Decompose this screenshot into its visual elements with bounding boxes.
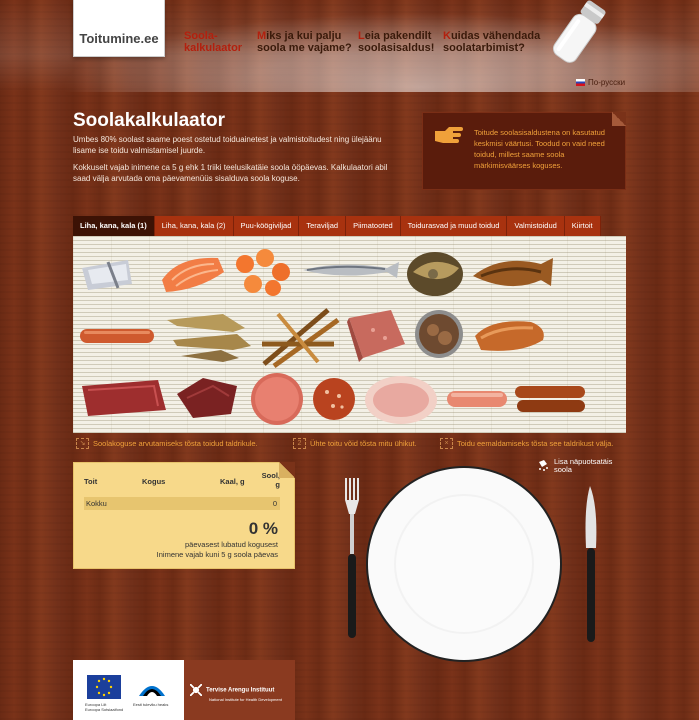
food-selection-mat [73,236,626,433]
food-grilled-sausages[interactable] [513,382,587,416]
intro-paragraph: Umbes 80% soolast saame poest ostetud to… [73,135,382,155]
total-row: Kokku 0 [84,497,280,510]
hint-text: Ühte toitu võid tõsta mitu ühikut. [310,439,417,448]
header-salt-line: Sool, [261,471,280,480]
info-box: Toitude soolasisaldustena on kasutatud k… [422,112,626,190]
food-dried-meat[interactable] [173,374,241,422]
site-logo[interactable]: Toitumine.ee [73,0,165,57]
nav-line: soola me vajame? [257,42,352,54]
count-2-icon: 2 [293,438,306,449]
knife-icon [585,486,597,642]
tab-ready-meals[interactable]: Valmistoidud [507,216,565,236]
food-canned-fish[interactable] [413,308,465,360]
fork-icon [345,478,359,638]
language-link-russian[interactable]: По-русски [576,78,625,87]
language-link-text: По-русски [588,78,626,87]
eu-flag-icon [87,675,121,699]
food-smoked-fish-slice[interactable] [403,248,465,298]
hint-count: 2 Ühte toitu võid tõsta mitu ühikut. [293,438,417,449]
eu-line: Euroopa Sotsiaalfond [85,707,124,712]
pointing-hand-icon [435,127,463,143]
percent-note: päevasest lubatud kogusest Inimene vajab… [74,540,278,560]
nav-line: kalkulaator [184,42,243,54]
intro-paragraph: Kokkuselt vajab inimene ca 5 g ehk 1 tri… [73,163,388,183]
institute-subtitle: National Institute for Health Developmen… [209,697,282,702]
eu-logos-panel: Euroopa Liit Euroopa Sotsiaalfond Eesti … [73,660,184,720]
logo-text: Toitumine.ee [79,31,159,46]
institute-logo-panel[interactable]: Tervise Arengu Instituut National Instit… [184,660,295,720]
tab-cereals[interactable]: Teraviljad [299,216,347,236]
nav-initial: L [358,30,365,42]
daily-need-note: Inimene vajab kuni 5 g soola päevas [156,550,278,559]
nav-line: uidas vähendada [450,30,541,42]
info-text: Toitude soolasisaldustena on kasutatud k… [474,128,605,170]
total-value: 0 [272,499,277,508]
header-salt-line: g [275,480,280,489]
footer-logos: Euroopa Liit Euroopa Sotsiaalfond Eesti … [73,660,295,720]
hint-remove: × Toidu eemaldamiseks tõsta see taldriku… [440,438,613,449]
tab-fruit-vegetables[interactable]: Puu-köögiviljad [233,216,300,236]
hint-drag: ↘ Soolakoguse arvutamiseks tõsta toidud … [76,438,258,449]
food-beef[interactable] [78,376,168,420]
percent-label: päevasest lubatud kogusest [185,540,278,549]
nav-label-salt[interactable]: Leia pakendilt soolasisaldus! [358,30,434,54]
estonian-flag-icon [139,686,165,696]
tab-fats-other[interactable]: Toidurasvad ja muud toidud [400,216,508,236]
eu-text: Euroopa Liit Euroopa Sotsiaalfond [85,702,123,712]
daily-percent: 0 % [248,519,278,538]
food-herring-fillet[interactable] [78,254,136,294]
food-dried-fish-bunch[interactable] [258,304,342,370]
food-shrimps[interactable] [231,246,297,298]
category-tabs: Liha, kana, kala (1) Liha, kana, kala (2… [73,216,601,236]
tab-meat-fish-1[interactable]: Liha, kana, kala (1) [73,216,155,236]
nav-line: soolatarbimist? [443,42,525,54]
nav-line: oola- [191,30,218,42]
ee-text: Eesti tuleviku heaks [133,702,169,707]
hint-text: Soolakoguse arvutamiseks tõsta toidud ta… [93,439,258,448]
nav-salt-calculator[interactable]: Soola- kalkulaator [184,30,242,54]
header-salt: Sool, g [262,471,280,489]
salt-calculation-table: Toit Kogus Kaal, g Sool, g Kokku 0 0 % p… [73,462,295,569]
food-liver-pate[interactable] [345,306,409,364]
institute-name: Tervise Arengu Instituut [206,687,275,694]
nav-reduce-salt[interactable]: Kuidas vähendada soolatarbimist? [443,30,540,54]
hint-text: Toidu eemaldamiseks tõsta see taldrikust… [457,439,614,448]
header-amount: Kogus [142,477,166,486]
intro-text: Umbes 80% soolast saame poest ostetud to… [73,134,393,190]
food-sprat[interactable] [301,258,401,282]
nav-line: iks ja kui palju [266,30,342,42]
food-sausage[interactable] [78,326,156,346]
total-label: Kokku [86,499,107,508]
nav-initial: M [257,30,267,42]
russian-flag-icon [576,79,585,86]
food-boiled-sausage-slice[interactable] [248,371,306,427]
tab-dairy[interactable]: Piimatooted [346,216,401,236]
food-smoked-meat[interactable] [471,316,549,356]
nav-why-salt[interactable]: Miks ja kui palju soola me vajame? [257,30,352,54]
header-weight: Kaal, g [220,477,245,486]
food-ham[interactable] [363,372,439,426]
tab-meat-fish-2[interactable]: Liha, kana, kala (2) [154,216,234,236]
food-frankfurter[interactable] [445,388,509,410]
nav-line: soolasisaldus! [358,42,435,54]
header-food: Toit [84,477,98,486]
food-dried-fish[interactable] [163,306,253,364]
remove-icon: × [440,438,453,449]
institute-logo-icon [190,684,202,696]
salt-shaker-image [552,0,606,63]
drag-icon: ↘ [76,438,89,449]
food-smoked-mackerel[interactable] [471,254,555,294]
page-title: Soolakalkulaator [73,110,226,131]
food-salmon-fillet[interactable] [158,250,228,296]
tab-fast-food[interactable]: Kiirtoit [564,216,601,236]
food-salami-slice[interactable] [311,376,357,422]
nav-initial: K [443,30,451,42]
dinner-plate[interactable] [364,464,564,664]
nav-line: eia pakendilt [364,30,432,42]
